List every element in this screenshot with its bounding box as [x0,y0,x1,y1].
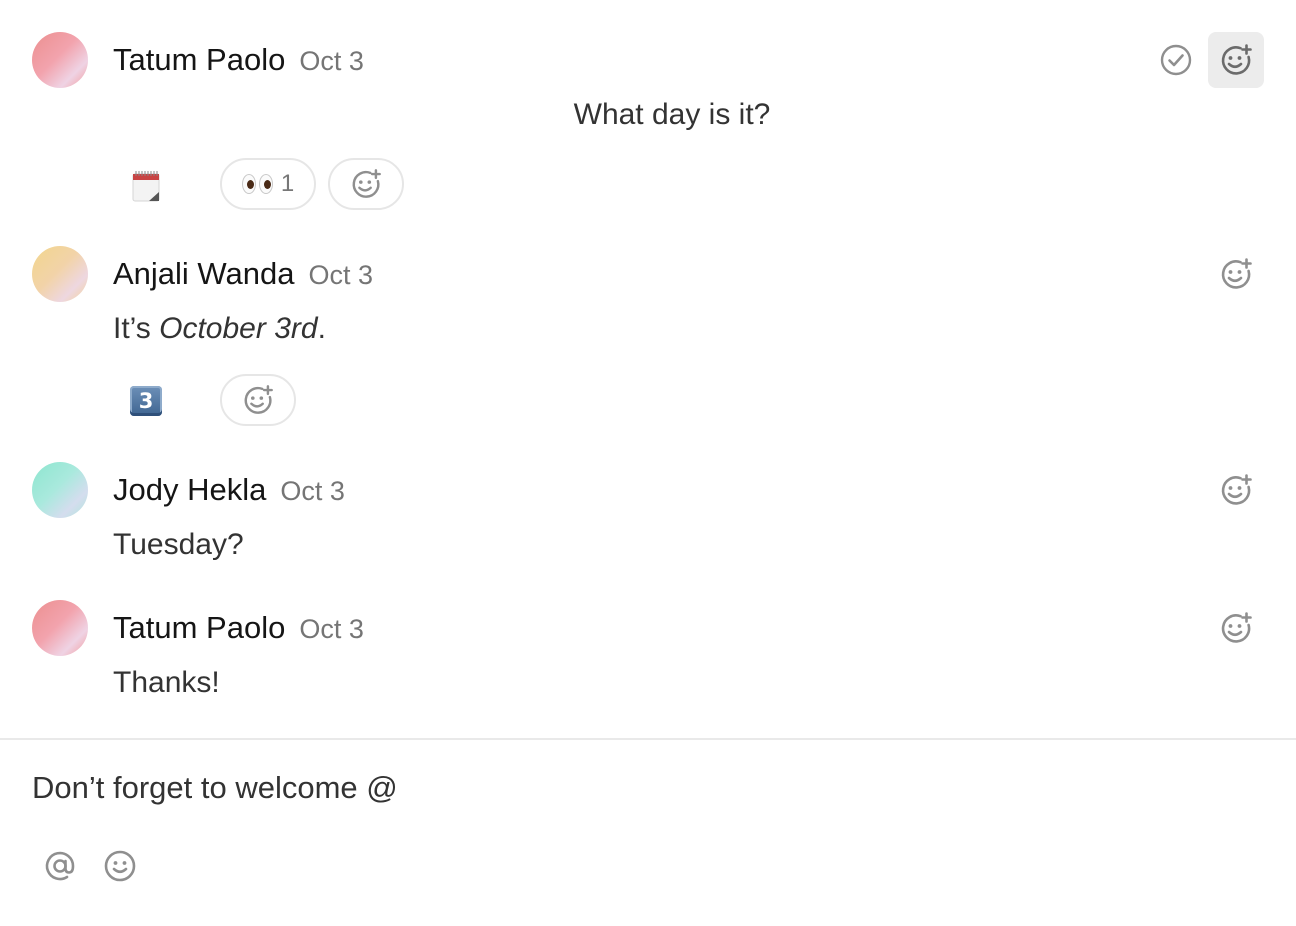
keycap-3-emoji-icon[interactable]: 3 [130,386,162,416]
message-actions [1208,600,1264,656]
message-text-end: . [317,312,326,345]
message-header: Tatum Paolo Oct 3 [113,42,364,78]
author-name[interactable]: Tatum Paolo [113,42,285,77]
message-date[interactable]: Oct 3 [299,614,364,644]
message-text: It’s October 3rd. [113,312,326,346]
message-header: Anjali Wanda Oct 3 [113,256,373,292]
add-reaction-button[interactable] [1208,246,1264,302]
message-date[interactable]: Oct 3 [280,476,345,506]
add-reaction-icon [1221,474,1252,505]
message-text: Tuesday? [113,528,244,561]
at-icon [45,851,75,881]
add-reaction-icon [244,385,273,414]
add-reaction-button[interactable] [1208,600,1264,656]
add-reaction-icon [1221,612,1252,643]
avatar[interactable] [32,32,88,88]
add-reaction-button[interactable] [1208,32,1264,88]
avatar[interactable] [32,246,88,302]
reaction-count: 1 [280,170,295,197]
composer-toolbar [40,846,140,886]
message-date[interactable]: Oct 3 [309,260,374,290]
message-text: What day is it? [573,98,771,131]
mention-button[interactable] [40,846,80,886]
eyes-emoji-icon [241,174,273,194]
message-actions [1208,462,1264,518]
message-composer-input[interactable] [32,770,1264,806]
add-reaction-chip[interactable] [328,158,404,210]
message-date[interactable]: Oct 3 [299,46,364,76]
author-name[interactable]: Anjali Wanda [113,256,295,291]
add-reaction-button[interactable] [1208,462,1264,518]
emoji-picker-button[interactable] [100,846,140,886]
check-circle-icon [1160,44,1192,76]
message-actions [1208,246,1264,302]
message-text: Thanks! [113,666,220,699]
chat-thread: Tatum Paolo Oct 3 What day is it? 1 Anja… [0,0,1296,926]
message-text-plain: It’s [113,312,160,345]
author-name[interactable]: Jody Hekla [113,472,266,507]
avatar[interactable] [32,462,88,518]
message-header: Tatum Paolo Oct 3 [113,610,364,646]
author-name[interactable]: Tatum Paolo [113,610,285,645]
calendar-emoji-icon[interactable] [132,170,160,202]
resolve-check-button[interactable] [1156,40,1196,80]
composer-divider [0,738,1296,740]
add-reaction-icon [1221,258,1252,289]
smiley-icon [104,850,136,882]
message-actions [1156,32,1264,88]
message-text-italic: October 3rd [159,312,318,345]
add-reaction-icon [352,169,381,198]
avatar[interactable] [32,600,88,656]
message-header: Jody Hekla Oct 3 [113,472,345,508]
eyes-reaction-chip[interactable]: 1 [220,158,316,210]
add-reaction-icon [1221,44,1252,75]
add-reaction-chip[interactable] [220,374,296,426]
